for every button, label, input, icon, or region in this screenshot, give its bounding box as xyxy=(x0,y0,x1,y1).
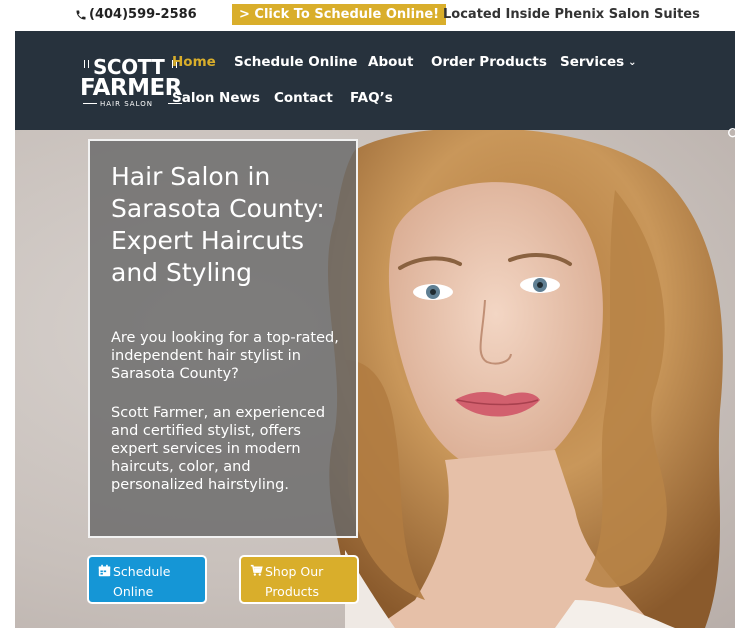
logo-ornament-left xyxy=(84,60,89,68)
nav-item-contact[interactable]: Contact xyxy=(274,90,333,106)
nav-item-services[interactable]: Services ⌄ xyxy=(560,54,637,70)
nav-item-schedule-online[interactable]: Schedule Online xyxy=(234,54,357,70)
schedule-button-line-1: Schedule xyxy=(113,564,171,579)
site-header: SCOTT FARMER HAIR SALON xyxy=(15,31,735,130)
location-text: Located Inside Phenix Salon Suites xyxy=(443,7,700,22)
schedule-button-line-2: Online xyxy=(113,584,154,599)
chevron-down-icon: ⌄ xyxy=(628,57,637,68)
shop-button-line-1: Shop Our xyxy=(265,564,324,579)
logo-rule-left xyxy=(83,103,97,104)
nav-item-salon-news[interactable]: Salon News xyxy=(172,90,260,106)
nav-item-order-products[interactable]: Order Products xyxy=(431,54,547,70)
nav-item-about[interactable]: About xyxy=(368,54,413,70)
phone-link[interactable]: (404)599-2586 xyxy=(75,7,197,22)
logo-line-3: HAIR SALON xyxy=(100,100,153,108)
hero-description-paragraph: Scott Farmer, an experienced and certifi… xyxy=(111,405,326,493)
schedule-online-banner-link[interactable]: > Click To Schedule Online! xyxy=(232,4,447,25)
phone-icon xyxy=(76,10,86,19)
nav-item-home[interactable]: Home xyxy=(172,54,216,70)
phone-number: (404)599-2586 xyxy=(89,7,197,22)
logo-line-2: FARMER xyxy=(80,75,182,101)
hero-title: Hair Salon in Sarasota County: Expert Ha… xyxy=(111,162,325,287)
calendar-icon xyxy=(98,564,111,577)
shop-products-button[interactable]: Shop Our Products xyxy=(239,555,359,604)
cart-icon xyxy=(250,564,263,576)
schedule-online-button[interactable]: Schedule Online xyxy=(87,555,207,604)
top-bar: (404)599-2586 > Click To Schedule Online… xyxy=(0,0,750,31)
hero-intro-paragraph: Are you looking for a top-rated, indepen… xyxy=(111,330,339,382)
nav-item-services-label: Services xyxy=(560,54,625,70)
search-icon[interactable] xyxy=(727,127,741,141)
shop-button-line-2: Products xyxy=(265,584,319,599)
site-logo[interactable]: SCOTT FARMER HAIR SALON xyxy=(80,55,185,111)
nav-item-faqs[interactable]: FAQ’s xyxy=(350,90,393,106)
